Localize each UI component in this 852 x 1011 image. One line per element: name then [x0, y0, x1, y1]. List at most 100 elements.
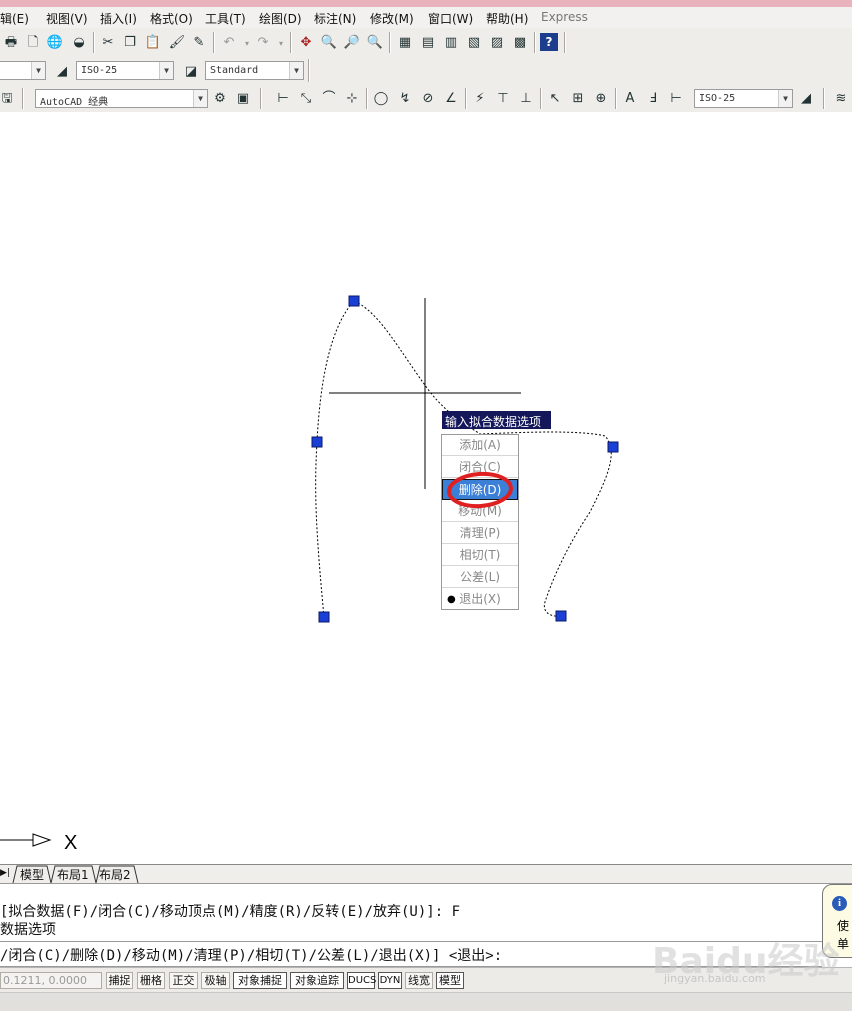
ducs-button[interactable]: DUCS — [347, 972, 376, 989]
3d-dwf-icon[interactable]: ◒ — [70, 33, 88, 51]
dyn-button[interactable]: DYN — [378, 972, 402, 989]
menu-item-tangents[interactable]: 相切(T) — [442, 545, 518, 566]
dimension-style-combo[interactable]: ISO-25 ▼ — [76, 61, 174, 80]
grip-point[interactable] — [555, 610, 567, 622]
match-properties-icon[interactable]: 🖌 — [168, 33, 186, 51]
dimension-style-icon[interactable]: ◢ — [53, 62, 71, 80]
osnap-button[interactable]: 对象捕捉 — [233, 972, 287, 989]
quick-leader-icon[interactable]: ↖ — [546, 89, 564, 107]
redo-dropdown-icon[interactable]: ▾ — [272, 35, 290, 53]
save-workspace-icon[interactable]: 🖫 — [0, 89, 16, 107]
coordinates-display[interactable]: 0.1211, 0.0000 — [0, 972, 102, 989]
menu-express[interactable]: Express — [541, 10, 588, 24]
dimension-text-edit-icon[interactable]: Ⅎ — [644, 89, 662, 107]
grid-button[interactable]: 栅格 — [137, 972, 165, 989]
toolbar-separator — [389, 32, 391, 53]
grip-point[interactable] — [607, 441, 619, 453]
grip-point[interactable] — [348, 295, 360, 307]
menu-format[interactable]: 格式(O) — [150, 10, 193, 27]
center-mark-icon[interactable]: ⊕ — [592, 89, 610, 107]
tolerance-icon[interactable]: ⊞ — [569, 89, 587, 107]
table-style-icon[interactable]: ◪ — [182, 62, 200, 80]
design-center-icon[interactable]: ▤ — [419, 33, 437, 51]
menu-item-purge[interactable]: 清理(P) — [442, 523, 518, 544]
continue-dimension-icon[interactable]: ⊥ — [517, 89, 535, 107]
dimension-style-value-2: ISO-25 — [699, 93, 736, 104]
menu-item-tolerance[interactable]: 公差(L) — [442, 567, 518, 588]
toolbar-separator — [465, 88, 467, 109]
toolbar-separator — [615, 88, 617, 109]
radius-dimension-icon[interactable]: ◯ — [372, 89, 390, 107]
chevron-down-icon: ▼ — [159, 62, 173, 79]
model-button[interactable]: 模型 — [436, 972, 464, 989]
jogged-dimension-icon[interactable]: ↯ — [396, 89, 414, 107]
menu-insert[interactable]: 插入(I) — [100, 10, 137, 27]
layers-icon[interactable]: ≋ — [832, 89, 850, 107]
lineweight-button[interactable]: 线宽 — [405, 972, 433, 989]
snap-button[interactable]: 捕捉 — [106, 972, 133, 989]
workspace-settings-icon[interactable]: ⚙ — [211, 89, 229, 107]
command-history-line-2: 数据选项 — [0, 922, 56, 938]
help-icon[interactable]: ? — [540, 33, 558, 51]
menu-item-add[interactable]: 添加(A) — [442, 435, 518, 456]
undo-icon[interactable]: ↶ — [220, 33, 238, 51]
drawing-area[interactable]: X — [0, 112, 852, 864]
menu-draw[interactable]: 绘图(D) — [259, 10, 302, 27]
menu-item-exit[interactable]: ● 退出(X) — [442, 589, 518, 610]
dimension-style-combo-2[interactable]: ISO-25 ▼ — [694, 89, 793, 108]
tool-palettes-icon[interactable]: ▥ — [442, 33, 460, 51]
aligned-dimension-icon[interactable]: ⤡ — [297, 89, 315, 107]
polar-button[interactable]: 极轴 — [201, 972, 230, 989]
menu-view[interactable]: 视图(V) — [46, 10, 88, 27]
zoom-realtime-icon[interactable]: 🔍 — [320, 33, 338, 51]
ucs-x-label: X — [64, 832, 77, 854]
menu-dimension[interactable]: 标注(N) — [314, 10, 356, 27]
paste-icon[interactable]: 📋 — [144, 33, 162, 51]
block-editor-icon[interactable]: ✎ — [190, 33, 208, 51]
baseline-dimension-icon[interactable]: ⊤ — [494, 89, 512, 107]
sheet-set-icon[interactable]: ▧ — [465, 33, 483, 51]
menu-window[interactable]: 窗口(W) — [428, 10, 473, 27]
drawing-svg[interactable]: X — [0, 112, 852, 864]
toolbar-separator — [308, 59, 310, 82]
copy-icon[interactable]: ❐ — [121, 33, 139, 51]
properties-icon[interactable]: ▦ — [396, 33, 414, 51]
my-workspace-icon[interactable]: ▣ — [234, 89, 252, 107]
menu-help[interactable]: 帮助(H) — [486, 10, 528, 27]
text-style-combo[interactable]: ▼ — [0, 61, 46, 80]
dimension-update-icon[interactable]: ⊢ — [667, 89, 685, 107]
diameter-dimension-icon[interactable]: ⊘ — [419, 89, 437, 107]
markup-icon[interactable]: ▨ — [488, 33, 506, 51]
menu-edit[interactable]: 辑(E) — [0, 10, 29, 27]
workspace-dimension-toolbar: 🖫 AutoCAD 经典 ▼ ⚙ ▣ ⊢ ⤡ ⌒ ⊹ ◯ ↯ ⊘ ∠ ⚡ ⊤ ⊥ … — [0, 85, 852, 114]
dimension-style-manager-icon[interactable]: ◢ — [797, 89, 815, 107]
toolbar-separator — [823, 88, 825, 109]
angular-dimension-icon[interactable]: ∠ — [442, 89, 460, 107]
ucs-arrow-icon — [32, 833, 52, 847]
print-icon[interactable]: 🖶 — [2, 33, 20, 51]
linear-dimension-icon[interactable]: ⊢ — [274, 89, 292, 107]
zoom-previous-icon[interactable]: 🔍 — [366, 33, 384, 51]
command-history-line-1: [拟合数据(F)/闭合(C)/移动顶点(M)/精度(R)/反转(E)/放弃(U)… — [0, 904, 461, 920]
otrack-button[interactable]: 对象追踪 — [290, 972, 344, 989]
grip-point[interactable] — [318, 611, 330, 623]
publish-icon[interactable]: 🌐 — [46, 33, 64, 51]
menu-modify[interactable]: 修改(M) — [370, 10, 414, 27]
table-style-combo[interactable]: Standard ▼ — [205, 61, 304, 80]
calculator-icon[interactable]: ▩ — [511, 33, 529, 51]
workspace-combo[interactable]: AutoCAD 经典 ▼ — [35, 89, 208, 108]
ordinate-dimension-icon[interactable]: ⊹ — [343, 89, 361, 107]
pan-icon[interactable]: ✥ — [297, 33, 315, 51]
dimension-edit-icon[interactable]: A — [621, 89, 639, 107]
ortho-button[interactable]: 正交 — [169, 972, 198, 989]
arc-length-icon[interactable]: ⌒ — [320, 89, 338, 107]
cut-icon[interactable]: ✂ — [99, 33, 117, 51]
zoom-window-icon[interactable]: 🔎 — [343, 33, 361, 51]
plot-preview-icon[interactable]: 🗋 — [24, 33, 42, 51]
redo-icon[interactable]: ↷ — [254, 33, 272, 51]
grip-point[interactable] — [311, 436, 323, 448]
menu-bar: 辑(E) 视图(V) 插入(I) 格式(O) 工具(T) 绘图(D) 标注(N)… — [0, 7, 852, 29]
menu-tools[interactable]: 工具(T) — [205, 10, 246, 27]
quick-dimension-icon[interactable]: ⚡ — [471, 89, 489, 107]
toolbar-separator — [290, 32, 292, 53]
